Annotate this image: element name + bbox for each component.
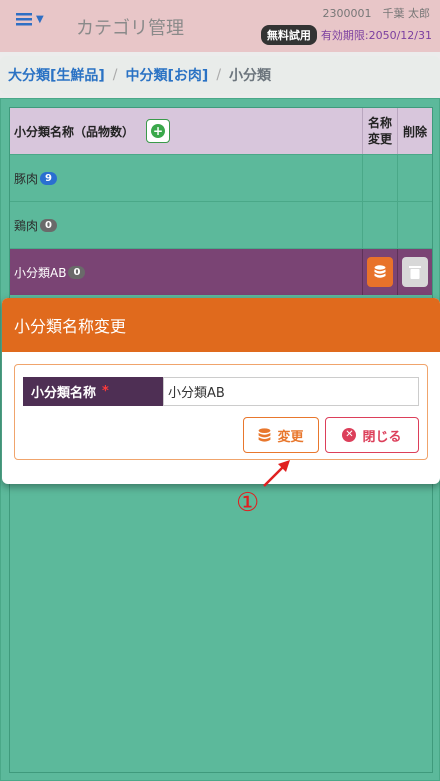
database-icon — [259, 427, 271, 442]
rename-dialog: 小分類名称変更 小分類名称 * 変更 ✕ 閉じる — [2, 298, 440, 484]
subcategory-table: 小分類名称（品物数） + 名称 変更 削除 豚肉 9 鶏肉 0 小分類AB 0 — [10, 108, 432, 295]
breadcrumb-separator: / — [216, 67, 222, 83]
breadcrumb-level2[interactable]: 中分類[お肉] — [126, 65, 209, 85]
item-count-badge: 0 — [40, 218, 57, 232]
breadcrumb-level1[interactable]: 大分類[生鮮品] — [8, 65, 105, 85]
dialog-title: 小分類名称変更 — [14, 317, 127, 336]
rename-cell — [363, 155, 398, 201]
column-header-rename-line2: 変更 — [367, 132, 392, 146]
column-header-name: 小分類名称（品物数） + — [10, 108, 363, 154]
callout-number: ① — [236, 488, 260, 518]
change-button[interactable]: 変更 — [243, 417, 319, 453]
delete-cell — [398, 155, 432, 201]
close-button[interactable]: ✕ 閉じる — [325, 417, 419, 453]
rename-cell — [363, 249, 398, 295]
user-info: 2300001 千葉 太郎 — [322, 7, 431, 20]
table-row[interactable]: 鶏肉 0 — [10, 201, 432, 248]
rename-form: 小分類名称 * 変更 ✕ 閉じる — [14, 364, 428, 460]
plus-icon: + — [151, 124, 166, 138]
field-label-text: 小分類名称 — [31, 386, 97, 401]
expiry-date: 有効期限:2050/12/31 — [320, 29, 432, 42]
column-header-rename-line1: 名称 — [367, 115, 392, 130]
trial-badge: 無料試用 — [260, 25, 317, 45]
row-name: 豚肉 — [14, 171, 39, 186]
row-name: 小分類AB — [14, 265, 67, 280]
table-row[interactable]: 小分類AB 0 — [10, 248, 432, 295]
close-icon: ✕ — [342, 428, 357, 442]
delete-button[interactable] — [402, 257, 428, 287]
row-name-cell: 豚肉 9 — [10, 155, 363, 201]
hamburger-icon — [16, 13, 32, 26]
subcategory-name-input[interactable] — [163, 377, 419, 406]
menu-button[interactable]: ▼ — [16, 12, 44, 26]
row-name-cell: 鶏肉 0 — [10, 202, 363, 248]
trash-icon — [409, 266, 421, 279]
breadcrumb-current: 小分類 — [229, 68, 272, 84]
row-name: 鶏肉 — [14, 218, 39, 233]
app-header: ▼ カテゴリ管理 2300001 千葉 太郎 無料試用 有効期限:2050/12… — [0, 0, 440, 52]
delete-cell — [398, 202, 432, 248]
table-row[interactable]: 豚肉 9 — [10, 154, 432, 201]
table-header: 小分類名称（品物数） + 名称変更 削除 — [10, 108, 432, 154]
callout-arrow-icon — [263, 460, 290, 487]
add-subcategory-button[interactable]: + — [146, 119, 171, 143]
item-count-badge: 0 — [68, 265, 86, 279]
item-count-badge: 9 — [40, 171, 57, 185]
rename-cell — [363, 202, 398, 248]
field-label: 小分類名称 * — [23, 377, 163, 406]
dialog-header: 小分類名称変更 — [2, 298, 440, 352]
column-header-name-label: 小分類名称（品物数） — [14, 124, 135, 139]
breadcrumb: 大分類[生鮮品] / 中分類[お肉] / 小分類 — [0, 56, 440, 94]
close-button-label: 閉じる — [362, 429, 402, 445]
page-title: カテゴリ管理 — [76, 18, 184, 39]
delete-cell — [398, 249, 432, 295]
rename-button[interactable] — [367, 257, 393, 287]
column-header-delete: 削除 — [402, 124, 427, 139]
database-icon — [374, 265, 386, 278]
trial-info: 無料試用 有効期限:2050/12/31 — [260, 25, 432, 45]
breadcrumb-separator: / — [112, 67, 118, 83]
column-header-rename: 名称 変更 — [363, 108, 398, 154]
caret-down-icon: ▼ — [36, 13, 44, 25]
row-name-cell: 小分類AB 0 — [10, 249, 363, 295]
change-button-label: 変更 — [277, 429, 304, 445]
required-mark: * — [102, 384, 109, 399]
